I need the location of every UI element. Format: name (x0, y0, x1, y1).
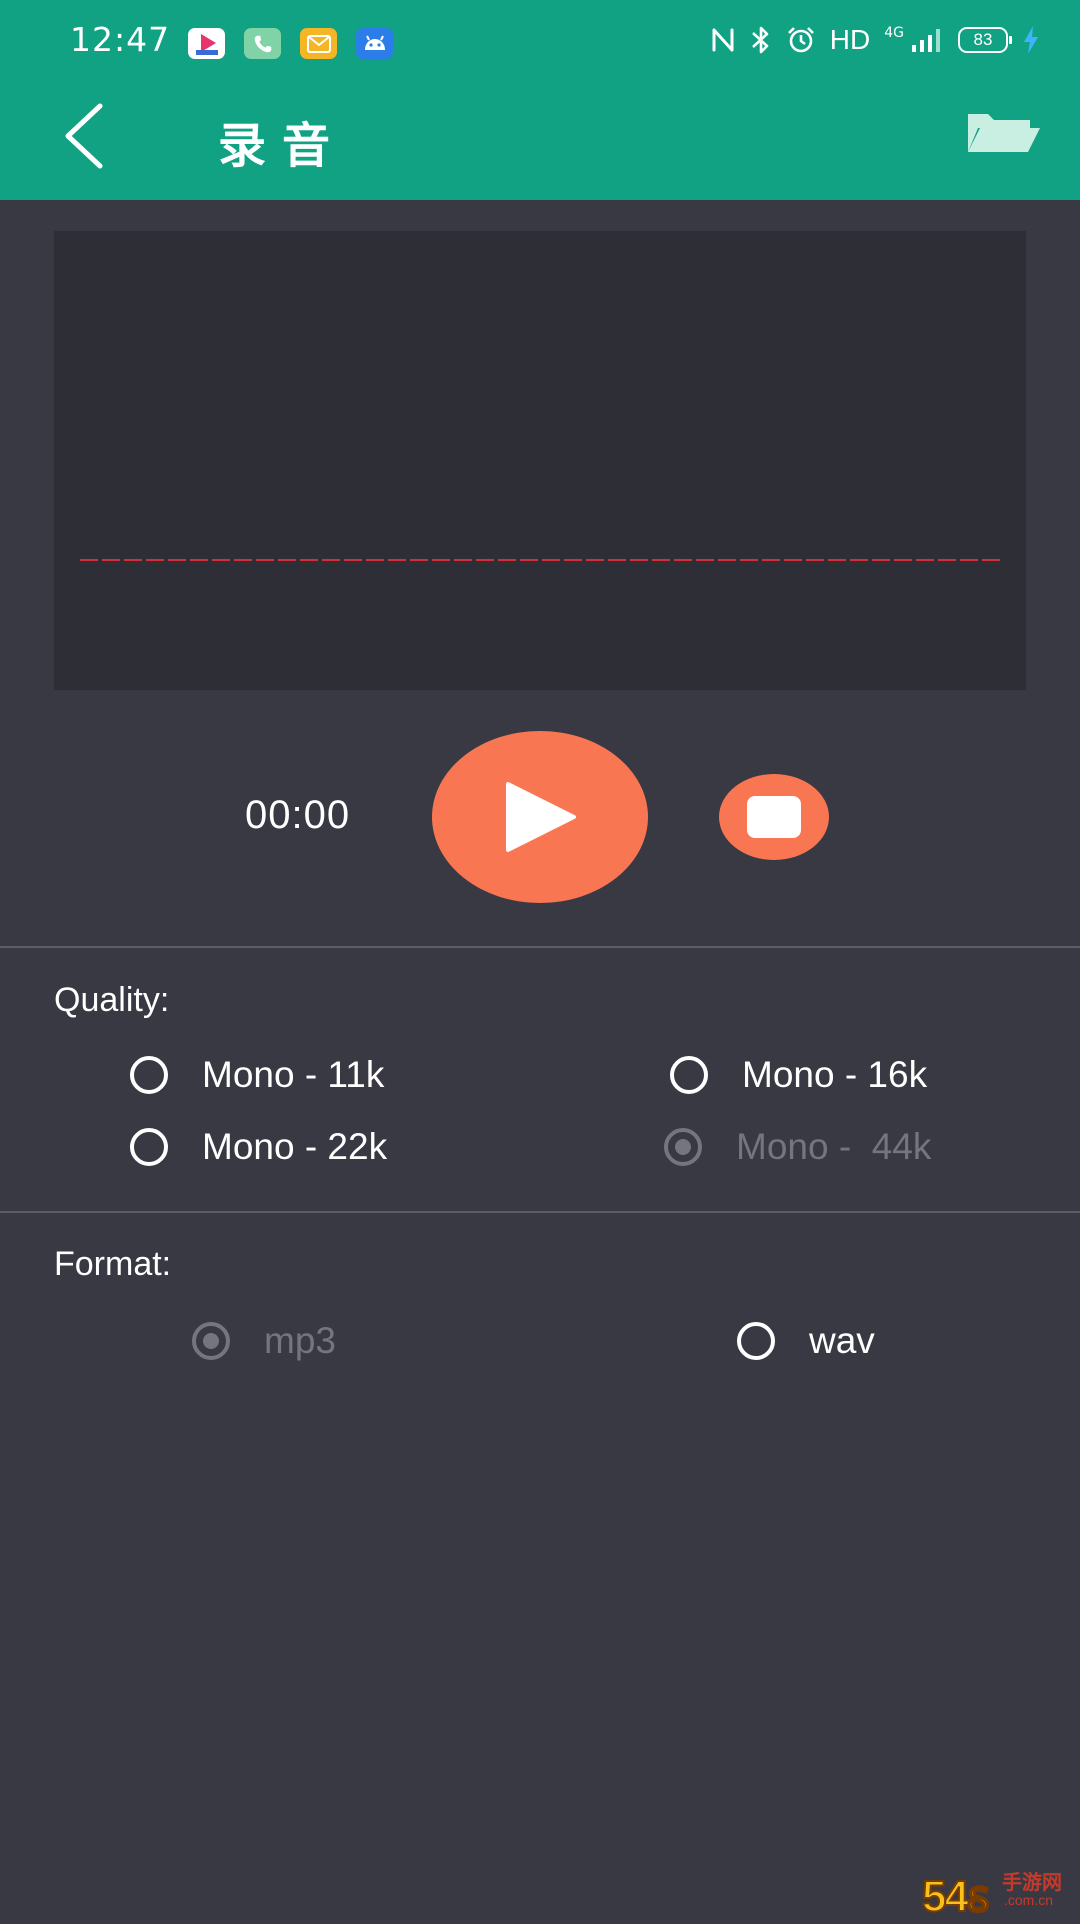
network-label: 4G (884, 25, 904, 41)
play-icon (506, 782, 576, 852)
android-icon (356, 28, 393, 59)
battery-indicator: 83 (958, 27, 1012, 53)
signal-icon (910, 27, 944, 53)
format-option-wav[interactable]: wav (737, 1320, 875, 1362)
divider (0, 1211, 1080, 1213)
page-title: 录音 (218, 118, 347, 174)
quality-option-label: Mono - 16k (742, 1054, 928, 1095)
quality-option-44k[interactable]: Mono - 44k (664, 1126, 931, 1168)
radio-button[interactable] (737, 1322, 775, 1360)
quality-option-label: Mono - 22k (202, 1126, 388, 1167)
radio-button[interactable] (670, 1056, 708, 1094)
bluetooth-icon (750, 25, 772, 55)
app-header: 12:47 HD 4G 83 录音 (0, 0, 1080, 200)
recording-timer: 00:00 (245, 793, 351, 837)
radio-button[interactable] (130, 1056, 168, 1094)
status-time: 12:47 (70, 20, 171, 59)
notification-icons (188, 28, 393, 59)
format-option-label: wav (809, 1320, 875, 1361)
waveform-visualizer (54, 231, 1026, 690)
stop-icon (747, 796, 801, 838)
phone-icon (244, 28, 281, 59)
back-button[interactable] (60, 100, 120, 170)
quality-option-22k[interactable]: Mono - 22k (130, 1126, 387, 1168)
watermark-domain: .com.cn (1004, 1892, 1054, 1908)
watermark-main: 54ꟙ (921, 1871, 990, 1922)
status-indicators: HD 4G 83 (710, 24, 1040, 56)
format-label: Format: (54, 1245, 172, 1283)
radio-button-selected[interactable] (192, 1322, 230, 1360)
divider (0, 946, 1080, 948)
hd-label: HD (829, 24, 871, 55)
stop-button[interactable] (719, 774, 829, 860)
mail-icon (300, 28, 337, 59)
open-folder-button[interactable] (964, 108, 1044, 158)
quality-option-16k[interactable]: Mono - 16k (670, 1054, 927, 1096)
video-app-icon (188, 28, 225, 59)
folder-open-icon (968, 114, 1040, 152)
quality-label: Quality: (54, 981, 170, 1019)
format-option-mp3[interactable]: mp3 (192, 1320, 336, 1362)
waveform-baseline (80, 554, 1000, 566)
nfc-icon (710, 26, 736, 54)
watermark-side: 手游网 (1002, 1872, 1062, 1894)
radio-button-selected[interactable] (664, 1128, 702, 1166)
radio-button[interactable] (130, 1128, 168, 1166)
watermark-logo: 54ꟙ 手游网 .com.cn (921, 1864, 1072, 1922)
charging-icon (1022, 25, 1040, 55)
quality-option-label: Mono - 44k (736, 1126, 932, 1167)
chevron-left-icon (65, 103, 103, 169)
quality-option-11k[interactable]: Mono - 11k (130, 1054, 384, 1096)
format-option-label: mp3 (264, 1320, 336, 1361)
alarm-icon (786, 25, 816, 55)
quality-option-label: Mono - 11k (202, 1054, 385, 1095)
play-button[interactable] (432, 731, 648, 903)
